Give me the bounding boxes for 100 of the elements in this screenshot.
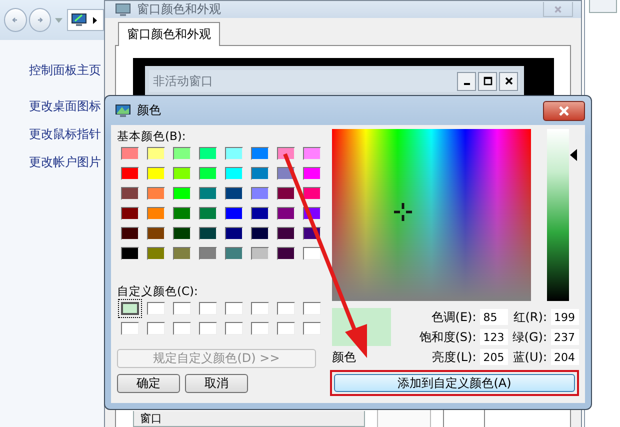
value-field[interactable]: 199 bbox=[551, 309, 579, 325]
color-swatch[interactable] bbox=[147, 247, 165, 260]
color-swatch[interactable] bbox=[277, 187, 295, 200]
color-swatch[interactable] bbox=[173, 207, 191, 220]
field-label: 红(R): bbox=[512, 308, 547, 326]
color-swatch[interactable] bbox=[277, 247, 295, 260]
custom-color-swatch[interactable] bbox=[277, 322, 295, 335]
color-swatch[interactable] bbox=[199, 147, 217, 160]
color-swatch[interactable] bbox=[199, 187, 217, 200]
color-swatch[interactable] bbox=[251, 207, 269, 220]
nav-link[interactable]: 更改鼠标指针 bbox=[29, 126, 101, 143]
custom-color-swatch[interactable] bbox=[251, 322, 269, 335]
color-swatch[interactable] bbox=[199, 227, 217, 240]
color-swatch[interactable] bbox=[173, 247, 191, 260]
color-button[interactable] bbox=[443, 409, 485, 427]
field-label: 饱和度(S): bbox=[418, 328, 476, 346]
window-title: 窗口颜色和外观 bbox=[137, 1, 221, 18]
color-swatch[interactable] bbox=[225, 227, 243, 240]
color-swatch[interactable] bbox=[173, 147, 191, 160]
custom-color-swatch[interactable] bbox=[277, 302, 295, 315]
color-swatch[interactable] bbox=[121, 207, 139, 220]
address-bar[interactable] bbox=[67, 9, 104, 31]
close-icon bbox=[558, 106, 570, 116]
color-swatch[interactable] bbox=[199, 167, 217, 180]
close-icon bbox=[553, 4, 563, 14]
custom-color-swatch[interactable] bbox=[251, 302, 269, 315]
color-swatch[interactable] bbox=[121, 247, 139, 260]
color-swatch[interactable] bbox=[199, 247, 217, 260]
custom-color-swatch[interactable] bbox=[121, 302, 139, 315]
color-swatch[interactable] bbox=[147, 167, 165, 180]
close-button[interactable] bbox=[543, 100, 585, 120]
color-swatch[interactable] bbox=[147, 227, 165, 240]
field-label: 蓝(U): bbox=[512, 348, 547, 366]
nav-link[interactable]: 更改桌面图标 bbox=[29, 98, 101, 115]
color-swatch[interactable] bbox=[277, 147, 295, 160]
color-swatch[interactable] bbox=[173, 187, 191, 200]
item-dropdown[interactable]: 窗口 bbox=[133, 411, 365, 427]
custom-color-swatch[interactable] bbox=[303, 302, 321, 315]
add-to-custom-colors-button[interactable]: 添加到自定义颜色(A) bbox=[334, 374, 575, 392]
field-label: 亮度(L): bbox=[431, 348, 476, 366]
color-swatch[interactable] bbox=[121, 227, 139, 240]
custom-color-swatch[interactable] bbox=[147, 302, 165, 315]
color-swatch[interactable] bbox=[121, 147, 139, 160]
chevron-icon bbox=[93, 16, 97, 24]
value-field[interactable]: 123 bbox=[480, 329, 508, 345]
color-swatch[interactable] bbox=[277, 207, 295, 220]
color-swatch[interactable] bbox=[173, 167, 191, 180]
ok-button[interactable]: 确定 bbox=[117, 374, 180, 393]
color-swatch[interactable] bbox=[251, 227, 269, 240]
color-swatch[interactable] bbox=[147, 187, 165, 200]
forward-arrow-icon bbox=[35, 15, 46, 25]
color-swatch[interactable] bbox=[251, 167, 269, 180]
custom-color-swatch[interactable] bbox=[199, 302, 217, 315]
custom-color-swatch[interactable] bbox=[121, 322, 139, 335]
window-title: 非活动窗口 bbox=[153, 72, 214, 90]
dialog-title: 颜色 bbox=[137, 102, 161, 119]
color-swatch[interactable] bbox=[225, 187, 243, 200]
custom-color-swatch[interactable] bbox=[303, 322, 321, 335]
color-swatch[interactable] bbox=[147, 147, 165, 160]
custom-color-swatch[interactable] bbox=[225, 302, 243, 315]
custom-color-swatch[interactable] bbox=[225, 322, 243, 335]
value-field[interactable]: 205 bbox=[480, 349, 508, 365]
value-field[interactable]: 204 bbox=[551, 349, 579, 365]
color-swatch[interactable] bbox=[277, 227, 295, 240]
cancel-button[interactable]: 取消 bbox=[185, 374, 248, 393]
color-swatch[interactable] bbox=[225, 207, 243, 220]
maximize-icon bbox=[478, 72, 497, 90]
color-swatch[interactable] bbox=[303, 247, 321, 260]
color-swatch[interactable] bbox=[147, 207, 165, 220]
size-dropdown[interactable] bbox=[377, 409, 431, 427]
color-swatch[interactable] bbox=[303, 167, 321, 180]
color-spectrum[interactable] bbox=[332, 129, 531, 301]
custom-colors-label: 自定义颜色(C): bbox=[117, 284, 199, 299]
value-field[interactable]: 237 bbox=[551, 329, 579, 345]
custom-color-swatch[interactable] bbox=[199, 322, 217, 335]
color-swatch[interactable] bbox=[251, 147, 269, 160]
custom-color-swatch[interactable] bbox=[173, 322, 191, 335]
color-swatch[interactable] bbox=[303, 187, 321, 200]
color-swatch[interactable] bbox=[303, 147, 321, 160]
close-icon bbox=[499, 72, 518, 90]
color-swatch[interactable] bbox=[225, 247, 243, 260]
color-swatch[interactable] bbox=[173, 227, 191, 240]
tab[interactable]: 窗口颜色和外观 bbox=[118, 22, 220, 46]
value-field[interactable]: 85 bbox=[480, 309, 508, 325]
monitor-icon bbox=[115, 2, 131, 16]
custom-color-swatch[interactable] bbox=[173, 302, 191, 315]
color-swatch[interactable] bbox=[199, 207, 217, 220]
color-swatch[interactable] bbox=[225, 147, 243, 160]
crosshair-icon bbox=[393, 202, 413, 222]
color-swatch[interactable] bbox=[225, 167, 243, 180]
color-swatch[interactable] bbox=[121, 167, 139, 180]
color-swatch[interactable] bbox=[251, 187, 269, 200]
nav-link[interactable]: 控制面板主页 bbox=[29, 62, 101, 79]
nav-link[interactable]: 更改帐户图片 bbox=[29, 154, 101, 171]
color-swatch[interactable] bbox=[121, 187, 139, 200]
field-label: 色调(E): bbox=[430, 308, 476, 326]
slider-arrow[interactable] bbox=[570, 148, 577, 161]
color-swatch[interactable] bbox=[251, 247, 269, 260]
basic-colors-label: 基本颜色(B): bbox=[117, 129, 187, 144]
custom-color-swatch[interactable] bbox=[147, 322, 165, 335]
